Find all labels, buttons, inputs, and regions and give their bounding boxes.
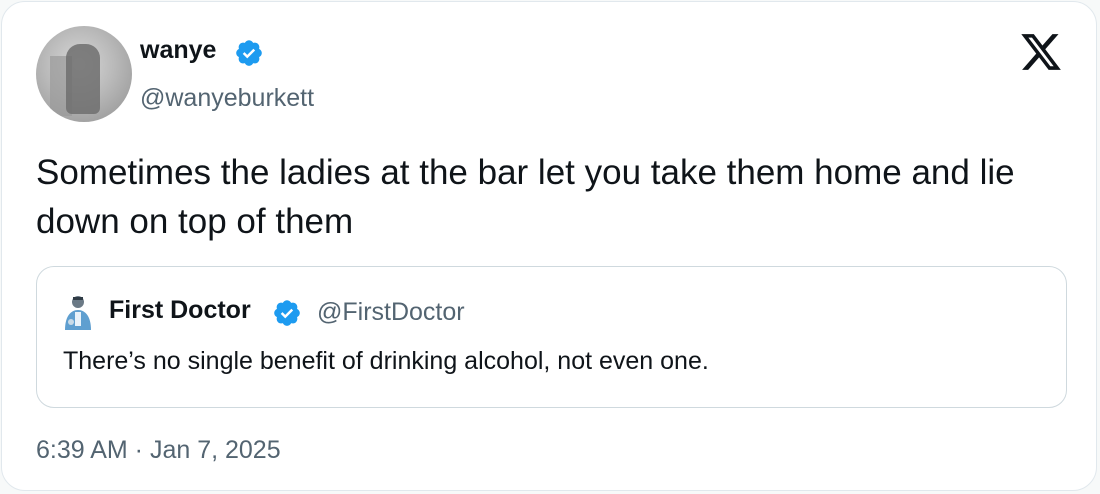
tweet-timestamp[interactable]: 6:39 AM · Jan 7, 2025 bbox=[36, 436, 281, 465]
quoted-author-display-name[interactable]: First Doctor bbox=[109, 296, 251, 325]
x-logo-icon[interactable] bbox=[1018, 30, 1064, 74]
author-display-name[interactable]: wanye bbox=[140, 36, 216, 65]
verified-badge-icon bbox=[236, 40, 262, 66]
tweet-card: wanye @wanyeburkett Sometimes the ladies… bbox=[1, 1, 1097, 491]
author-handle[interactable]: @wanyeburkett bbox=[140, 84, 314, 113]
author-avatar[interactable] bbox=[36, 26, 132, 122]
quoted-tweet-text: There’s no single benefit of drinking al… bbox=[63, 347, 709, 375]
quoted-author-handle[interactable]: @FirstDoctor bbox=[317, 298, 465, 327]
tweet-text: Sometimes the ladies at the bar let you … bbox=[36, 153, 1015, 241]
verified-badge-icon bbox=[274, 300, 300, 326]
avatar-photo-figure bbox=[66, 44, 100, 114]
quoted-author-avatar[interactable] bbox=[61, 294, 95, 332]
quoted-tweet[interactable]: First Doctor @FirstDoctor There’s no sin… bbox=[36, 266, 1067, 408]
